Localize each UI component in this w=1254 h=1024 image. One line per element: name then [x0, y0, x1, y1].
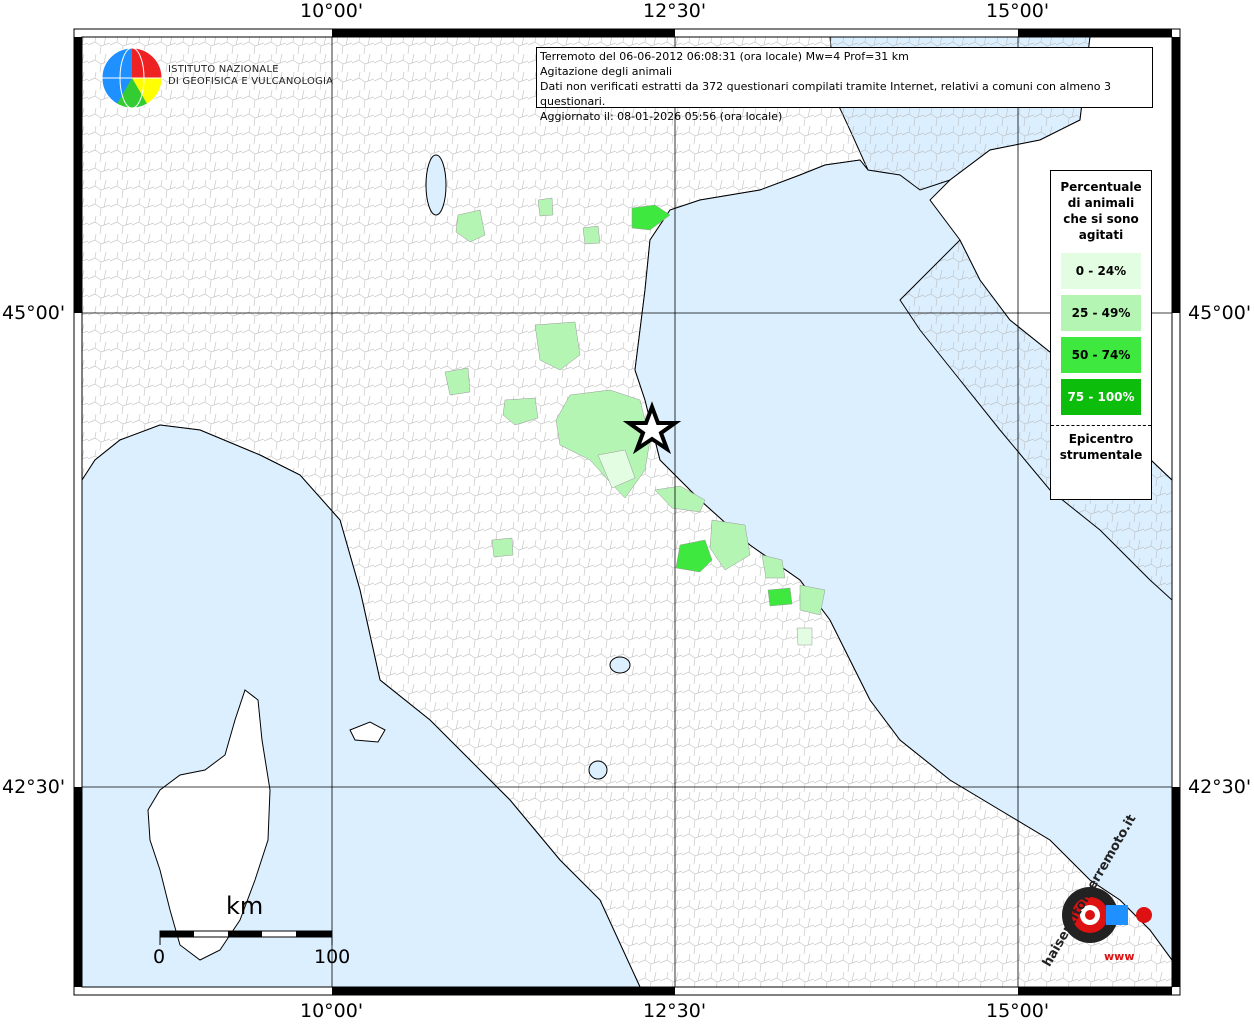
legend-title-line: agitati: [1078, 228, 1124, 242]
legend-class-75-100: 75 - 100%: [1061, 379, 1141, 415]
top-label-1: 10°00': [300, 0, 364, 22]
lake-bolsena: [588, 760, 608, 780]
legend: Percentuale di animali che si sono agita…: [1050, 170, 1152, 500]
ingv-line-2: DI GEOFISICA E VULCANOLOGIA: [168, 76, 334, 87]
event-line: Terremoto del 06-06-2012 06:08:31 (ora l…: [540, 50, 909, 63]
ingv-name: ISTITUTO NAZIONALE DI GEOFISICA E VULCAN…: [168, 64, 333, 88]
watermark-url: www: [1104, 950, 1135, 963]
legend-epicenter-line: Epicentro: [1068, 432, 1134, 446]
update-time: Aggiornato il: 08-01-2026 05:56 (ora loc…: [540, 110, 783, 123]
map-subject: Agitazione degli animali: [540, 65, 673, 78]
legend-class-0-24: 0 - 24%: [1061, 253, 1141, 289]
legend-title-line: che si sono: [1063, 212, 1139, 226]
left-label-1: 45°00': [2, 302, 66, 324]
legend-title-line: Percentuale: [1060, 180, 1142, 194]
lake-garda: [425, 154, 447, 216]
lake-trasimeno: [609, 656, 631, 674]
top-label-2: 12°30': [643, 0, 707, 22]
legend-class-25-49: 25 - 49%: [1061, 295, 1141, 331]
legend-class-50-74: 50 - 74%: [1061, 337, 1141, 373]
scale-unit: km: [226, 892, 264, 920]
legend-title: Percentuale di animali che si sono agita…: [1051, 179, 1151, 243]
data-note: Dati non verificati estratti da 372 ques…: [540, 80, 1112, 108]
intensity-map: [73, 28, 1181, 996]
legend-epicenter: Epicentro strumentale: [1051, 431, 1151, 463]
bottom-label-1: 10°00': [300, 1000, 364, 1022]
legend-title-line: di animali: [1067, 196, 1135, 210]
scale-min: 0: [153, 946, 166, 968]
ingv-line-1: ISTITUTO NAZIONALE: [168, 64, 279, 75]
event-info-box: Terremoto del 06-06-2012 06:08:31 (ora l…: [536, 47, 1153, 123]
ingv-logo: [101, 47, 163, 109]
bottom-label-3: 15°00': [986, 1000, 1050, 1022]
legend-separator: [1051, 425, 1151, 426]
legend-epicenter-line: strumentale: [1059, 448, 1143, 462]
scale-max: 100: [314, 946, 351, 968]
left-label-2: 42°30': [2, 776, 66, 798]
right-label-2: 42°30': [1188, 776, 1252, 798]
right-label-1: 45°00': [1188, 302, 1252, 324]
bottom-label-2: 12°30': [643, 1000, 707, 1022]
top-label-3: 15°00': [986, 0, 1050, 22]
